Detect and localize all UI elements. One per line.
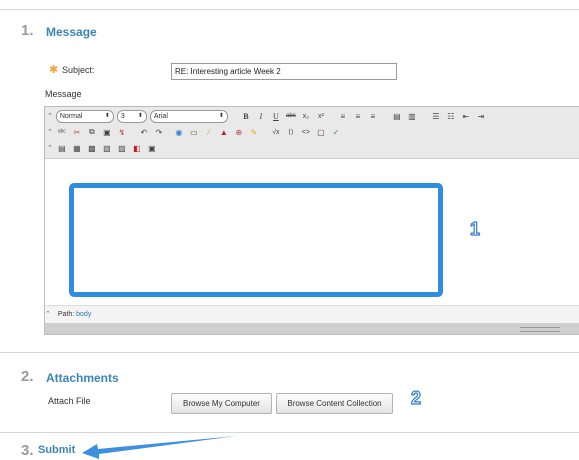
message-label: Message	[45, 89, 82, 99]
spellcheck-icon[interactable]: ᵃᵇᶜ	[56, 126, 68, 138]
path-value-link[interactable]: body	[76, 311, 91, 318]
insert-pdf-icon[interactable]: ◧	[131, 142, 143, 154]
math-equation-icon[interactable]: √x	[270, 126, 282, 138]
subject-label: Subject:	[62, 65, 95, 75]
section-1-number: 1.	[21, 22, 34, 39]
text-color-icon[interactable]: ▲	[218, 126, 230, 138]
highlight-pen-icon[interactable]: ⁄	[203, 126, 215, 138]
highlight-color-icon[interactable]: ✎	[248, 126, 260, 138]
path-label: Path:	[57, 311, 75, 318]
redo-icon[interactable]: ↷	[153, 126, 165, 138]
clear-format-icon[interactable]: ↯	[116, 126, 128, 138]
format-select[interactable]: Normal ⬍	[55, 109, 114, 123]
insert-flash-icon[interactable]: ▨	[116, 142, 128, 154]
html-code-icon[interactable]: <>	[300, 126, 312, 138]
paste-word-icon[interactable]: ▥	[406, 110, 418, 122]
font-family-select[interactable]: Arial ⬍	[149, 109, 228, 123]
browse-content-collection-button[interactable]: Browse Content Collection	[276, 393, 393, 414]
superscript-button[interactable]: x²	[315, 110, 327, 122]
copy-icon[interactable]: ⧉	[86, 126, 98, 138]
subject-input[interactable]: RE: Interesting article Week 2	[171, 63, 397, 80]
insert-document-icon[interactable]: ▣	[146, 142, 158, 154]
collapse-toggle-icon[interactable]: ⌃	[47, 128, 53, 136]
section-2-number: 2.	[21, 368, 34, 385]
resize-grip-icon[interactable]	[520, 327, 560, 332]
link-icon[interactable]: ◉	[173, 126, 185, 138]
preview-icon[interactable]: ▢	[315, 126, 327, 138]
italic-button[interactable]: I	[255, 110, 267, 122]
chevron-icon: ⬍	[137, 112, 143, 119]
message-editor: ⌃ Normal ⬍ 3 ⬍ Arial ⬍ B I U abc x₂ x² ≡ ≡ …	[44, 106, 579, 335]
collapse-toggle-icon[interactable]: ⌃	[45, 311, 51, 318]
callout-1-badge: 1	[469, 218, 481, 239]
section-divider-3	[0, 432, 579, 433]
indent-icon[interactable]: ⇥	[475, 110, 487, 122]
chevron-icon: ⬍	[218, 112, 224, 119]
font-family-value: Arial	[153, 112, 168, 120]
format-select-value: Normal	[59, 112, 83, 120]
underline-button[interactable]: U	[270, 110, 282, 122]
required-icon: ✱	[49, 64, 59, 76]
anchor-icon[interactable]: ⟨⟩	[285, 126, 297, 138]
collapse-toggle-icon[interactable]: ⌃	[47, 144, 53, 152]
section-divider-top	[0, 9, 579, 10]
section-divider-2	[0, 352, 579, 353]
callout-2-badge: 2	[410, 387, 422, 408]
cut-icon[interactable]: ✂	[71, 126, 83, 138]
insert-media-icon[interactable]: ▦	[71, 142, 83, 154]
insert-video-icon[interactable]: ▩	[86, 142, 98, 154]
message-body-area[interactable]	[45, 159, 579, 305]
mashup-icon[interactable]: ✓	[330, 126, 342, 138]
section-3-title: Submit	[38, 444, 76, 456]
section-2-title: Attachments	[46, 371, 119, 385]
editor-resize-bar[interactable]	[45, 323, 579, 334]
paste-text-icon[interactable]: ▤	[391, 110, 403, 122]
editor-highlight-box	[69, 183, 443, 297]
font-size-value: 3	[120, 112, 125, 120]
editor-path-bar: ⌃ Path: body	[45, 305, 579, 323]
editor-toolbar: ⌃ Normal ⬍ 3 ⬍ Arial ⬍ B I U abc x₂ x² ≡ ≡ …	[45, 107, 579, 159]
insert-audio-icon[interactable]: ▧	[101, 142, 113, 154]
ordered-list-icon[interactable]: ☰	[430, 110, 442, 122]
outdent-icon[interactable]: ⇤	[460, 110, 472, 122]
align-right-icon[interactable]: ≡	[367, 110, 379, 122]
align-center-icon[interactable]: ≡	[352, 110, 364, 122]
attach-file-icon[interactable]: ▤	[56, 142, 68, 154]
attach-file-label: Attach File	[48, 396, 91, 406]
align-left-icon[interactable]: ≡	[337, 110, 349, 122]
insert-image-icon[interactable]: ⊕	[233, 126, 245, 138]
table-icon[interactable]: ▭	[188, 126, 200, 138]
unordered-list-icon[interactable]: ☷	[445, 110, 457, 122]
chevron-icon: ⬍	[104, 112, 110, 119]
undo-icon[interactable]: ↶	[138, 126, 150, 138]
bold-button[interactable]: B	[240, 110, 252, 122]
subscript-button[interactable]: x₂	[300, 110, 312, 122]
browse-my-computer-button[interactable]: Browse My Computer	[171, 393, 272, 414]
font-size-select[interactable]: 3 ⬍	[116, 109, 147, 123]
collapse-toggle-icon[interactable]: ⌃	[47, 112, 53, 120]
paste-icon[interactable]: ▣	[101, 126, 113, 138]
section-1-title: Message	[46, 25, 97, 39]
strikethrough-button[interactable]: abc	[285, 110, 297, 122]
section-3-number: 3.	[21, 442, 34, 459]
